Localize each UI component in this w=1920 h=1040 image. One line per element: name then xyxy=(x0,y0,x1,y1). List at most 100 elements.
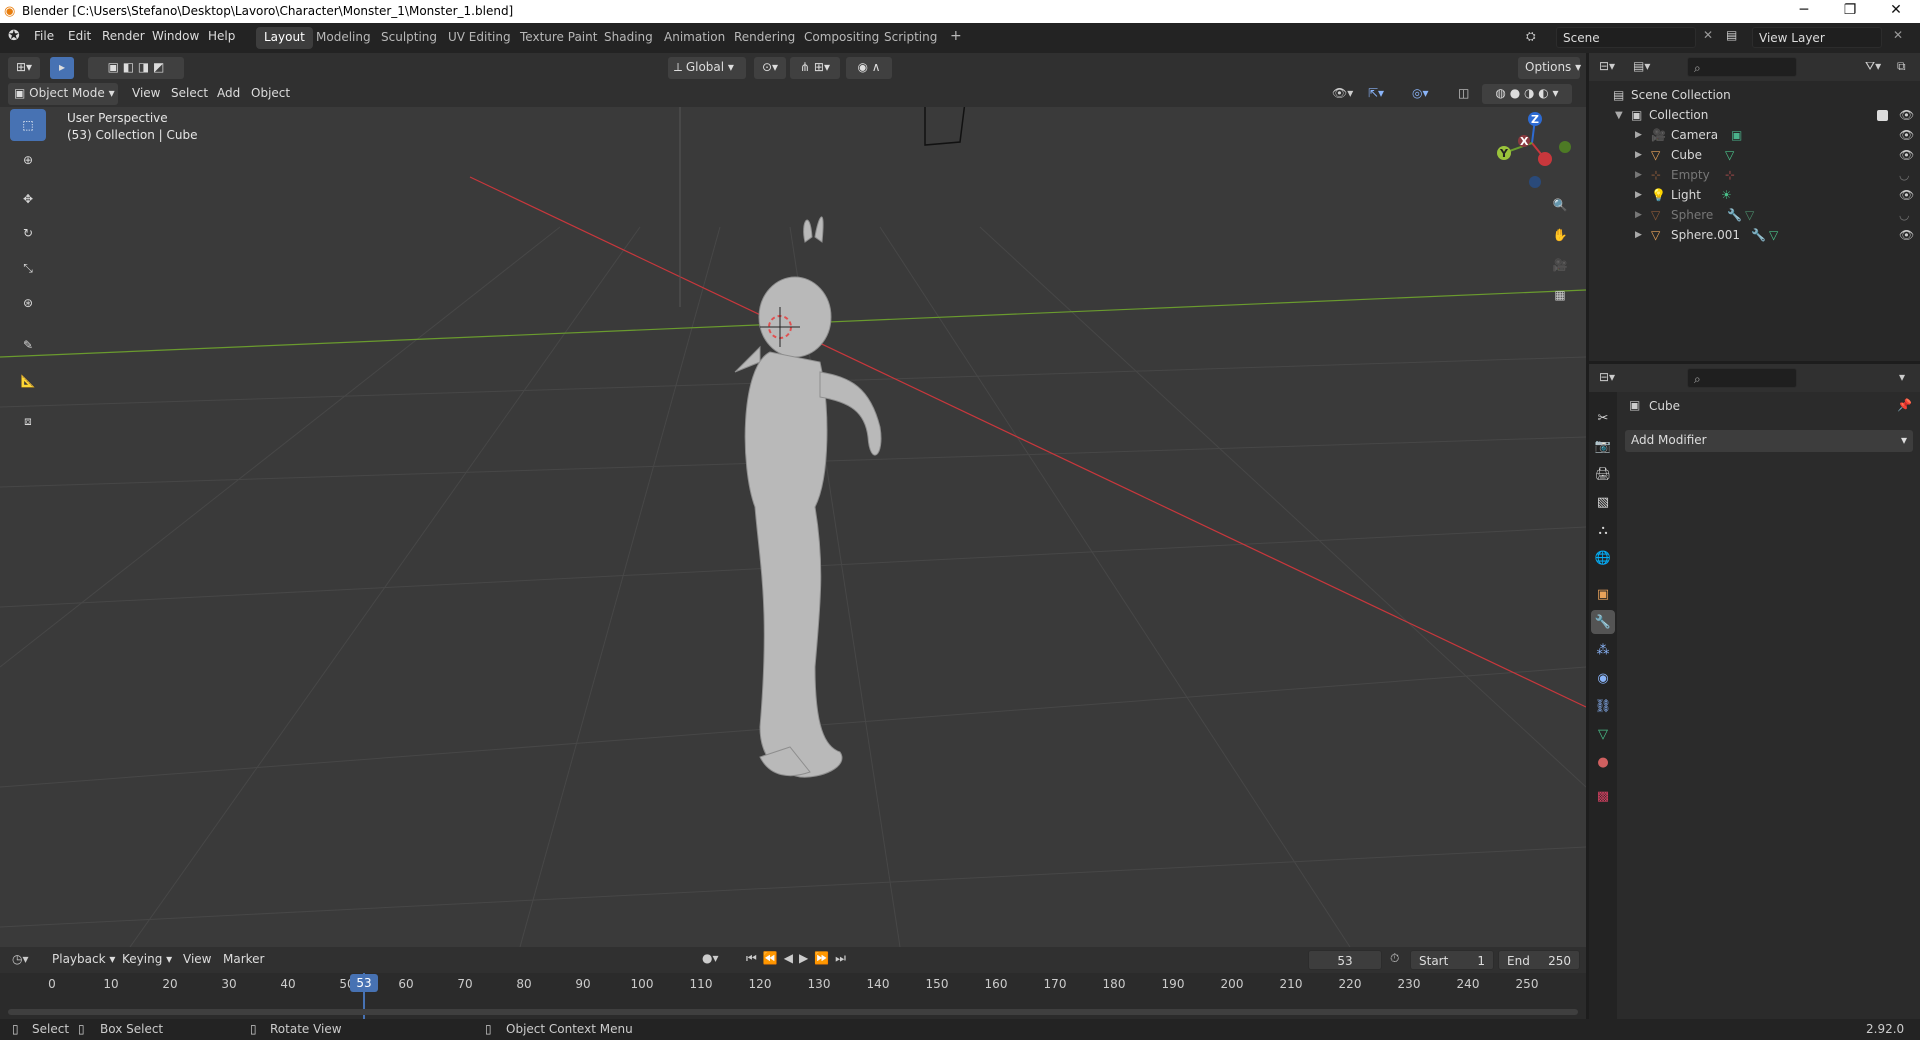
menu-window[interactable]: Window xyxy=(152,29,199,43)
close-button[interactable]: ✕ xyxy=(1878,2,1914,18)
display-mode-icon[interactable]: ▤▾ xyxy=(1633,59,1650,73)
tab-texture[interactable]: ▩ xyxy=(1591,784,1615,808)
playhead-frame-badge[interactable]: 53 xyxy=(350,974,378,992)
menu-edit[interactable]: Edit xyxy=(68,29,91,43)
tab-texture-paint[interactable]: Texture Paint xyxy=(512,27,605,49)
cube-visibility-eye-icon[interactable]: 👁 xyxy=(1899,148,1914,162)
outliner-row-light[interactable]: ▶ 💡 Light ☀ 👁 xyxy=(1589,185,1920,205)
tab-scene[interactable]: ⛬ xyxy=(1591,518,1615,542)
outliner-row-scene-collection[interactable]: ▤ Scene Collection xyxy=(1589,85,1920,105)
rotate-tool-button[interactable]: ↻ xyxy=(10,217,46,249)
tab-modeling[interactable]: Modeling xyxy=(308,27,379,49)
snap-icon[interactable]: ⋔ ⊞▾ xyxy=(790,57,840,79)
outliner-row-cube[interactable]: ▶ ▽ Cube ▽ 👁 xyxy=(1589,145,1920,165)
empty-hidden-eye-icon[interactable]: ◡ xyxy=(1899,168,1909,182)
tab-scripting[interactable]: Scripting xyxy=(876,27,945,49)
collapse-arrow-icon[interactable]: ▼ xyxy=(1615,110,1623,121)
outliner-row-camera[interactable]: ▶ 🎥 Camera ▣ 👁 xyxy=(1589,125,1920,145)
monster-model[interactable] xyxy=(734,216,882,778)
timeline-scrollbar[interactable] xyxy=(8,1009,1578,1015)
tab-constraints[interactable]: ⛓ xyxy=(1591,694,1615,718)
expand-arrow-icon[interactable]: ▶ xyxy=(1635,190,1642,200)
menu-file[interactable]: File xyxy=(34,29,54,43)
tab-layout[interactable]: Layout xyxy=(256,27,313,49)
expand-arrow-icon[interactable]: ▶ xyxy=(1635,230,1642,240)
zoom-button[interactable]: 🔍 xyxy=(1546,191,1574,219)
tab-sculpting[interactable]: Sculpting xyxy=(373,27,445,49)
ortho-toggle-button[interactable]: ▦ xyxy=(1546,281,1574,309)
maximize-button[interactable]: ❐ xyxy=(1832,2,1868,18)
camera-object[interactable] xyxy=(924,107,966,146)
editor-type-icon[interactable]: ⊞▾ xyxy=(8,57,40,79)
options-dropdown[interactable]: Options ▾ xyxy=(1518,57,1581,79)
mode-dropdown[interactable]: ▣ Object Mode ▾ xyxy=(8,83,118,105)
viewport-menu-add[interactable]: Add xyxy=(217,86,240,100)
expand-arrow-icon[interactable]: ▶ xyxy=(1635,150,1642,160)
sphere-001-visibility-eye-icon[interactable]: 👁 xyxy=(1899,228,1914,242)
tab-object[interactable]: ▣ xyxy=(1591,582,1615,606)
select-tool-button[interactable]: ⬚ xyxy=(10,109,46,141)
add-cube-tool-button[interactable]: ⧈ xyxy=(10,405,46,437)
expand-arrow-icon[interactable]: ▶ xyxy=(1635,210,1642,220)
tab-world[interactable]: 🌐 xyxy=(1591,546,1615,570)
add-workspace-button[interactable]: + xyxy=(942,25,970,47)
tab-render[interactable]: 📷 xyxy=(1591,434,1615,458)
outliner-editor-icon[interactable]: ⊟▾ xyxy=(1599,59,1615,73)
properties-search-input[interactable]: ⌕ xyxy=(1687,368,1797,388)
tab-animation[interactable]: Animation xyxy=(656,27,733,49)
outliner-row-collection[interactable]: ▼ ▣ Collection 👁 xyxy=(1589,105,1920,125)
annotate-tool-button[interactable]: ✎ xyxy=(10,329,46,361)
tab-data[interactable]: ▽ xyxy=(1591,722,1615,746)
tab-compositing[interactable]: Compositing xyxy=(796,27,887,49)
light-visibility-eye-icon[interactable]: 👁 xyxy=(1899,188,1914,202)
minimize-button[interactable]: ─ xyxy=(1786,2,1822,18)
filter-icon[interactable]: ⛛▾ xyxy=(1865,59,1881,74)
view-layer-icon[interactable]: ▤ xyxy=(1726,28,1737,42)
visibility-icon[interactable]: 👁▾ xyxy=(1332,86,1353,100)
tab-material[interactable]: ● xyxy=(1591,750,1615,774)
proportional-edit-icon[interactable]: ◉ ∧ xyxy=(846,57,892,79)
overlay-toggle-icon[interactable]: ◎▾ xyxy=(1412,86,1429,100)
viewport-menu-select[interactable]: Select xyxy=(171,86,208,100)
tab-particles[interactable]: ⁂ xyxy=(1591,638,1615,662)
new-collection-icon[interactable]: ⧉ xyxy=(1897,59,1906,74)
view-layer-close-icon[interactable]: ✕ xyxy=(1893,28,1903,42)
tab-modifiers[interactable]: 🔧 xyxy=(1591,610,1615,634)
move-tool-button[interactable]: ✥ xyxy=(10,183,46,215)
tab-output[interactable]: 🖨 xyxy=(1591,462,1615,486)
tab-view-layer[interactable]: ▧ xyxy=(1591,490,1615,514)
3d-viewport[interactable]: Z X Y User Perspective (53) Collection |… xyxy=(0,107,1586,947)
collection-visibility-eye-icon[interactable]: 👁 xyxy=(1899,108,1914,122)
scene-icon[interactable]: ⛭ xyxy=(1526,29,1536,44)
blender-menu-icon[interactable]: ✪ xyxy=(8,28,20,44)
scene-selector[interactable]: Scene xyxy=(1556,27,1696,48)
properties-editor-icon[interactable]: ⊟▾ xyxy=(1599,370,1615,384)
outliner-row-empty[interactable]: ▶ ⊹ Empty ⊹ ◡ xyxy=(1589,165,1920,185)
selection-mode-icons[interactable]: ▣ ◧ ◨ ◩ xyxy=(88,57,184,79)
camera-visibility-eye-icon[interactable]: 👁 xyxy=(1899,128,1914,142)
viewport-menu-object[interactable]: Object xyxy=(251,86,290,100)
tab-rendering[interactable]: Rendering xyxy=(726,27,803,49)
viewport-menu-view[interactable]: View xyxy=(132,86,160,100)
menu-help[interactable]: Help xyxy=(208,29,235,43)
view-layer-selector[interactable]: View Layer xyxy=(1752,27,1882,48)
select-box-icon[interactable]: ▸ xyxy=(50,57,74,79)
tab-tool[interactable]: ✂ xyxy=(1591,406,1615,430)
outliner-row-sphere[interactable]: ▶ ▽ Sphere 🔧 ▽ ◡ xyxy=(1589,205,1920,225)
menu-render[interactable]: Render xyxy=(102,29,145,43)
shading-mode-icons[interactable]: ◍ ● ◑ ◐ ▾ xyxy=(1482,84,1572,104)
sphere-hidden-eye-icon[interactable]: ◡ xyxy=(1899,208,1909,222)
properties-options-icon[interactable]: ▾ xyxy=(1899,370,1905,384)
pan-button[interactable]: ✋ xyxy=(1546,221,1574,249)
tab-physics[interactable]: ◉ xyxy=(1591,666,1615,690)
tab-shading[interactable]: Shading xyxy=(596,27,661,49)
gizmo-toggle-icon[interactable]: ⇱▾ xyxy=(1368,86,1384,100)
collection-checkbox[interactable] xyxy=(1877,110,1888,121)
camera-view-button[interactable]: 🎥 xyxy=(1546,251,1574,279)
expand-arrow-icon[interactable]: ▶ xyxy=(1635,130,1642,140)
cursor-tool-button[interactable]: ⊕ xyxy=(10,144,46,176)
pin-icon[interactable]: 📌 xyxy=(1897,398,1912,412)
xray-icon[interactable]: ◫ xyxy=(1458,86,1469,100)
outliner-row-sphere-001[interactable]: ▶ ▽ Sphere.001 🔧 ▽ 👁 xyxy=(1589,225,1920,245)
outliner-search-input[interactable]: ⌕ xyxy=(1687,57,1797,77)
